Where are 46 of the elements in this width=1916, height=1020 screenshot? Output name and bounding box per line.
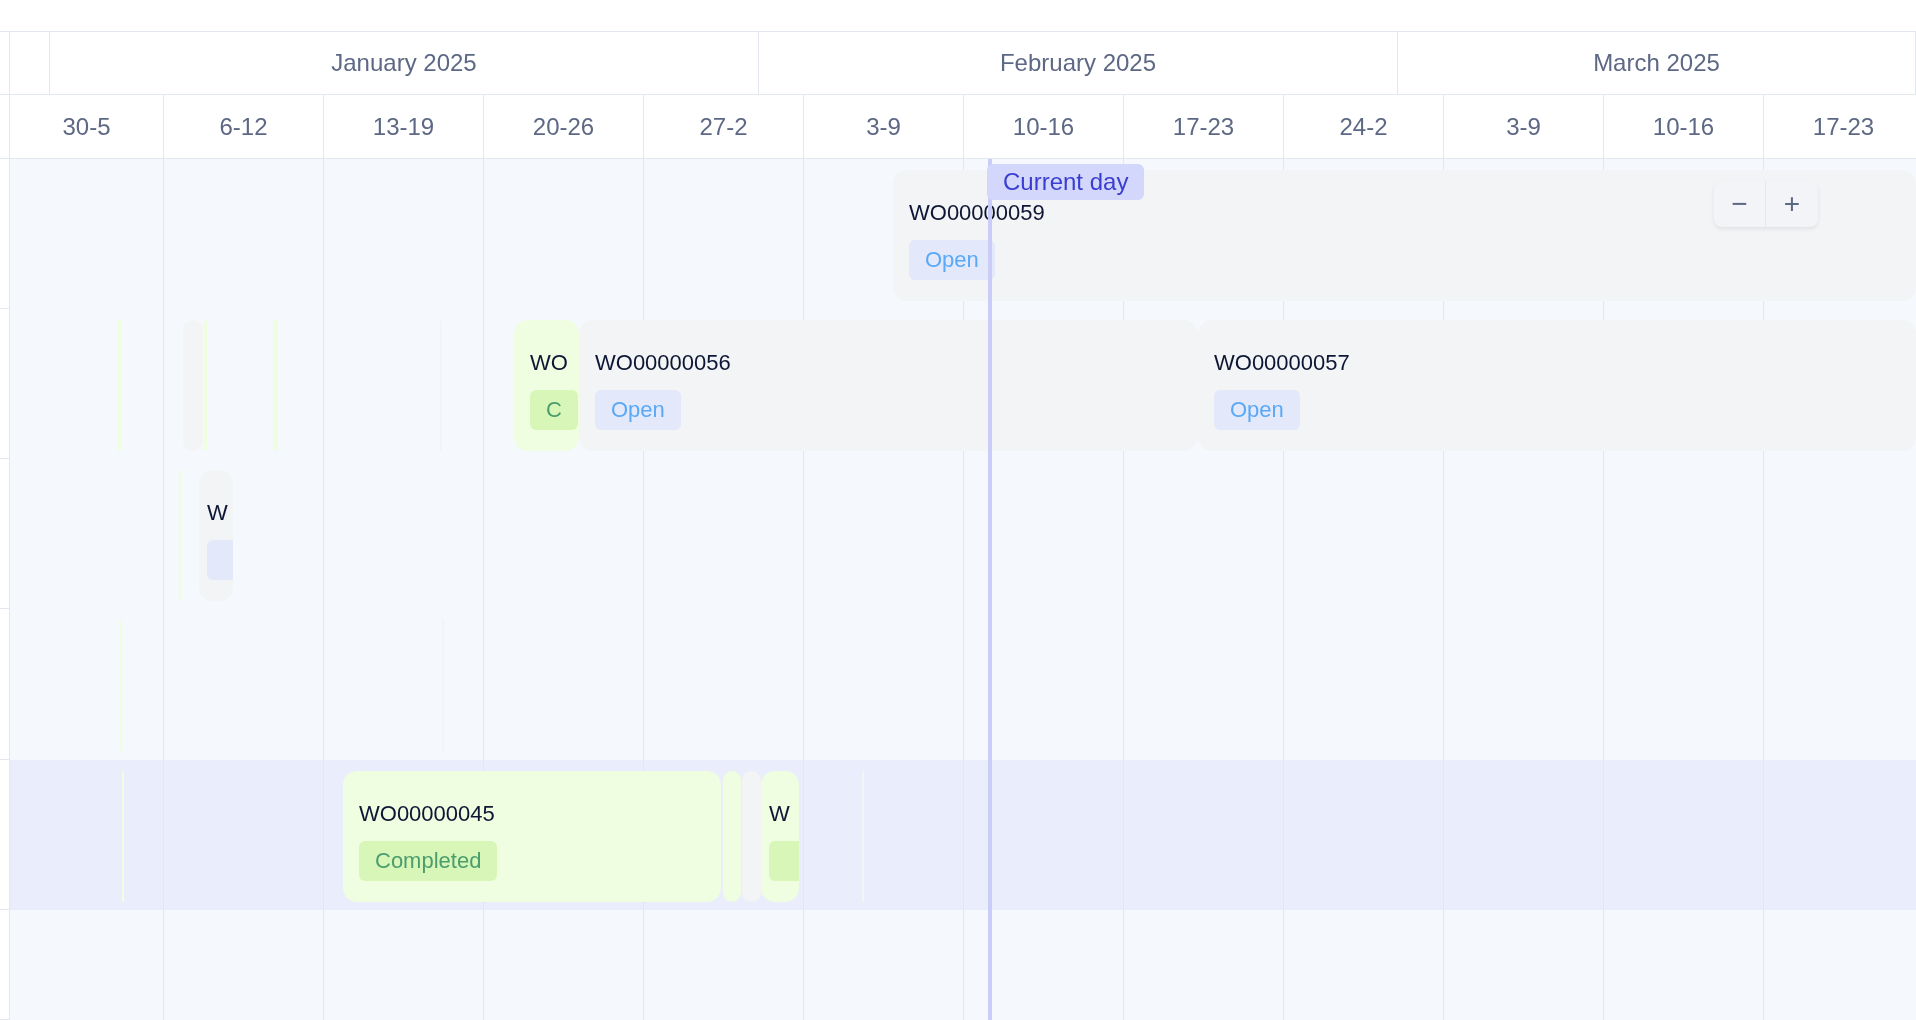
status-badge: Completed bbox=[359, 841, 498, 881]
status-badge: C bbox=[530, 390, 578, 430]
timeline-row[interactable]: WO C WO00000056 Open WO00000057 Open bbox=[0, 309, 1916, 459]
work-order-code: WO00000057 bbox=[1214, 349, 1350, 377]
task-bar[interactable] bbox=[273, 320, 278, 451]
work-order-code: WO00000045 bbox=[359, 800, 495, 828]
month-label: January 2025 bbox=[331, 48, 477, 78]
week-label: 17-23 bbox=[1812, 111, 1875, 142]
week-label: 3-9 bbox=[866, 111, 901, 142]
task-bar[interactable]: WO00000056 Open bbox=[579, 320, 1198, 451]
work-order-code: WO00000059 bbox=[909, 199, 1045, 227]
task-bar[interactable]: W bbox=[761, 771, 799, 902]
timeline-row[interactable]: WO00000045 Completed W bbox=[0, 760, 1916, 910]
current-day-label: Current day bbox=[987, 164, 1145, 200]
work-order-code: W bbox=[769, 800, 790, 828]
task-bar[interactable] bbox=[723, 771, 741, 902]
task-bar[interactable]: W bbox=[199, 470, 233, 601]
week-label: 30-5 bbox=[62, 111, 111, 142]
status-badge: Open bbox=[595, 390, 681, 430]
work-order-code: W bbox=[207, 499, 228, 527]
week-label: 13-19 bbox=[372, 111, 435, 142]
task-bar[interactable]: WO C bbox=[514, 320, 579, 451]
timeline-row[interactable]: W bbox=[0, 459, 1916, 609]
month-label: March 2025 bbox=[1593, 48, 1720, 78]
status-badge: Open bbox=[1214, 390, 1300, 430]
task-bar[interactable]: WO00000045 Completed bbox=[343, 771, 721, 902]
status-badge: Open bbox=[909, 240, 995, 280]
timeline-row[interactable] bbox=[0, 609, 1916, 760]
month-label: February 2025 bbox=[999, 48, 1157, 78]
week-label: 10-16 bbox=[1012, 111, 1075, 142]
task-bar[interactable]: WO00000057 Open bbox=[1198, 320, 1916, 451]
status-badge bbox=[769, 841, 799, 881]
timeline-row[interactable] bbox=[0, 910, 1916, 1020]
task-bar[interactable] bbox=[183, 320, 203, 451]
week-label: 24-2 bbox=[1339, 111, 1388, 142]
week-label: 17-23 bbox=[1172, 111, 1235, 142]
work-order-code: WO bbox=[530, 349, 568, 377]
week-label: 20-26 bbox=[532, 111, 595, 142]
task-bar[interactable] bbox=[742, 771, 761, 902]
week-label: 6-12 bbox=[219, 111, 268, 142]
week-label: 3-9 bbox=[1506, 111, 1541, 142]
work-order-code: WO00000056 bbox=[595, 349, 731, 377]
week-label: 10-16 bbox=[1652, 111, 1715, 142]
week-label: 27-2 bbox=[699, 111, 748, 142]
zoom-in-button[interactable]: + bbox=[1766, 181, 1818, 227]
zoom-out-button[interactable]: − bbox=[1714, 181, 1766, 227]
